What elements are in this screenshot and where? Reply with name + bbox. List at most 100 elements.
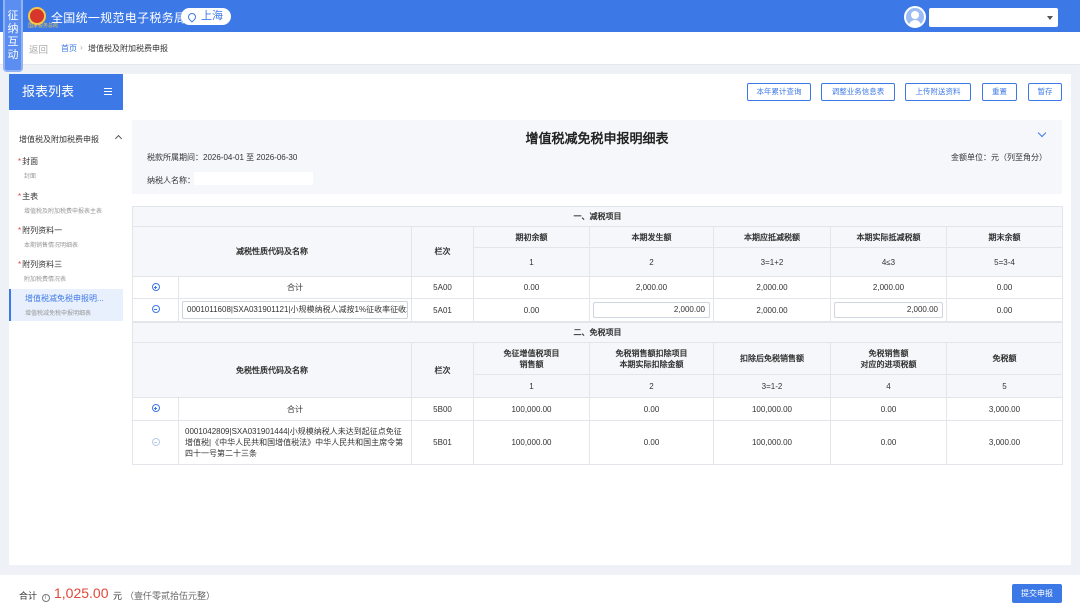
sidebar-item-label: 附列资料三: [22, 260, 63, 269]
tax-exemption-table: 二、免税项目 免税性质代码及名称 栏次 免征增值税项目 销售额 免税销售额扣除项目…: [132, 322, 1063, 465]
sidebar-item-subtitle: 增值税及附加税费申报表主表: [24, 209, 103, 215]
cell-value: 3,000.00: [946, 397, 1063, 421]
user-avatar-icon[interactable]: [904, 6, 926, 28]
back-link[interactable]: 返回: [29, 42, 48, 56]
location-pin-icon: [186, 10, 198, 23]
info-icon[interactable]: i: [41, 594, 50, 602]
sidebar-item-subtitle: 本期销售情况明细表: [24, 243, 79, 249]
cell-value: 0.00: [830, 397, 947, 421]
sidebar-item-label: 主表: [22, 192, 39, 201]
required-marker: *: [18, 260, 22, 269]
submit-declaration-button[interactable]: 提交申报: [1012, 584, 1062, 603]
report-list-title: 报表列表: [22, 84, 75, 99]
header-line: 免税销售额: [868, 348, 909, 358]
header-line: 销售额: [519, 359, 544, 369]
column-header: 栏次: [411, 226, 474, 277]
row-line: 5A01: [411, 298, 474, 322]
tax-period: 税款所属期间：2026-04-01 至 2026-06-30: [147, 152, 297, 163]
adjust-info-button[interactable]: 调整业务信息表: [821, 83, 895, 101]
breadcrumb-home[interactable]: 首页: [61, 43, 77, 54]
column-header: 期末余额: [946, 225, 1063, 249]
taxpayer-label: 纳税人名称：: [147, 176, 195, 185]
current-amount-input[interactable]: 2,000.00: [593, 302, 710, 318]
total-amount-words: （壹仟零贰拾伍元整）: [125, 591, 216, 601]
cell-value: 2,000.00: [830, 276, 947, 299]
upload-attachment-button[interactable]: 上传附送资料: [905, 83, 971, 101]
footer-bar: 合计 i 1,025.00 元 （壹仟零贰拾伍元整） 提交申报: [0, 575, 1080, 613]
total-unit: 元: [113, 591, 123, 601]
required-marker: *: [18, 226, 22, 235]
table-row: 合计 5B00 100,000.00 0.00 100,000.00 0.00 …: [132, 397, 1063, 421]
required-marker: *: [18, 157, 22, 166]
top-bar: 国家税务总局 全国统一规范电子税务局 上海: [0, 0, 1080, 32]
annual-query-button[interactable]: 本年累计查询: [747, 83, 811, 101]
breadcrumb: 返回 首页 › 增值税及附加税费申报: [0, 32, 1080, 65]
remove-row-icon[interactable]: [151, 305, 160, 313]
cell-value: 3,000.00: [946, 420, 1063, 465]
cell-value: 0.00: [830, 420, 947, 465]
tax-reduction-table: 一、减税项目 减税性质代码及名称 栏次 期初余额 本期发生额 本期应抵减税额 本…: [132, 206, 1063, 322]
table-row: 0001042809|SXA031901444|小规模纳税人未达到起征点免征增值…: [132, 420, 1063, 465]
row-name: 合计: [178, 276, 412, 299]
sidebar-item-exemption-detail[interactable]: 增值税减免税申报明... 增值税减免税申报明细表: [9, 289, 123, 321]
city-selector[interactable]: 上海: [181, 8, 231, 25]
nav-group-vat[interactable]: 增值税及附加税费申报: [19, 134, 123, 145]
form-header: 增值税减免税申报明细表 税款所属期间：2026-04-01 至 2026-06-…: [132, 120, 1062, 194]
city-label: 上海: [201, 10, 223, 22]
column-number: 2: [589, 247, 714, 277]
row-line: 5B00: [411, 397, 474, 421]
add-row-icon[interactable]: [151, 282, 160, 291]
breadcrumb-current: 增值税及附加税费申报: [88, 44, 168, 53]
side-tab-char: 互: [7, 36, 19, 48]
content-card: 报表列表 增值税及附加税费申报 *封面 封面 *主表 增值税及附加税费申报表主表…: [9, 74, 1071, 565]
cell-value: 100,000.00: [473, 397, 590, 421]
column-header: 免税性质代码及名称: [132, 342, 412, 398]
sidebar-item-schedule-1[interactable]: *附列资料一 本期销售情况明细表: [18, 225, 119, 249]
column-number: 5: [946, 374, 1063, 398]
total-label: 合计 i: [19, 589, 50, 602]
user-dropdown[interactable]: [929, 8, 1058, 27]
reduction-code-select[interactable]: 0001011608|SXA031901121|小规模纳税人减按1%征收率征收增…: [182, 301, 408, 319]
actual-deduction-input[interactable]: 2,000.00: [834, 302, 943, 318]
nav-group-label: 增值税及附加税费申报: [19, 135, 99, 144]
cell-value: 0.00: [473, 298, 590, 322]
list-menu-icon[interactable]: [104, 88, 112, 95]
sidebar-item-label: 封面: [22, 157, 39, 166]
column-number: 4: [830, 374, 947, 398]
site-title: 全国统一规范电子税务局: [51, 11, 187, 25]
sidebar-item-main[interactable]: *主表 增值税及附加税费申报表主表: [18, 191, 119, 215]
total-amount: 1,025.00: [54, 585, 109, 601]
cell-value: 2,000.00: [589, 276, 714, 299]
sidebar-item-subtitle: 封面: [24, 174, 37, 180]
sidebar-item-schedule-3[interactable]: *附列资料三 附加税费情况表: [18, 259, 119, 283]
column-header: 本期发生额: [589, 225, 714, 249]
cell-value: 0.00: [473, 276, 590, 299]
sidebar-item-label: 增值税减免税申报明...: [25, 294, 104, 303]
column-header: 免税额: [946, 342, 1063, 375]
table-row: 0001011608|SXA031901121|小规模纳税人减按1%征收率征收增…: [132, 298, 1063, 322]
breadcrumb-separator: ›: [80, 43, 83, 52]
amount-unit: 金额单位：元（列至角分）: [951, 153, 1047, 162]
cell-value: 2,000.00: [713, 298, 831, 322]
sidebar-item-label: 附列资料一: [22, 226, 63, 235]
cell-value: 0.00: [589, 397, 714, 421]
reset-button[interactable]: 重置: [982, 83, 1017, 101]
row-line: 5A00: [411, 276, 474, 299]
form-title: 增值税减免税申报明细表: [525, 131, 669, 146]
total-label-text: 合计: [19, 591, 38, 601]
remove-row-icon[interactable]: [151, 437, 160, 446]
add-row-icon[interactable]: [151, 404, 160, 412]
cell-value: 2,000.00: [713, 276, 831, 299]
column-header: 栏次: [411, 342, 474, 398]
row-line: 5B01: [411, 420, 474, 465]
save-draft-button[interactable]: 暂存: [1028, 83, 1062, 101]
chevron-up-icon[interactable]: [114, 134, 123, 143]
cell-value: 0.00: [946, 298, 1063, 322]
cell-value: 0.00: [589, 420, 714, 465]
sidebar-item-subtitle: 附加税费情况表: [24, 277, 67, 283]
header-line: 免征增值税项目: [503, 348, 560, 358]
column-number: 1: [473, 374, 590, 398]
interaction-tab[interactable]: 征 纳 互 动: [3, 0, 23, 72]
side-tab-char: 纳: [7, 23, 19, 35]
sidebar-item-cover[interactable]: *封面 封面: [18, 156, 119, 180]
